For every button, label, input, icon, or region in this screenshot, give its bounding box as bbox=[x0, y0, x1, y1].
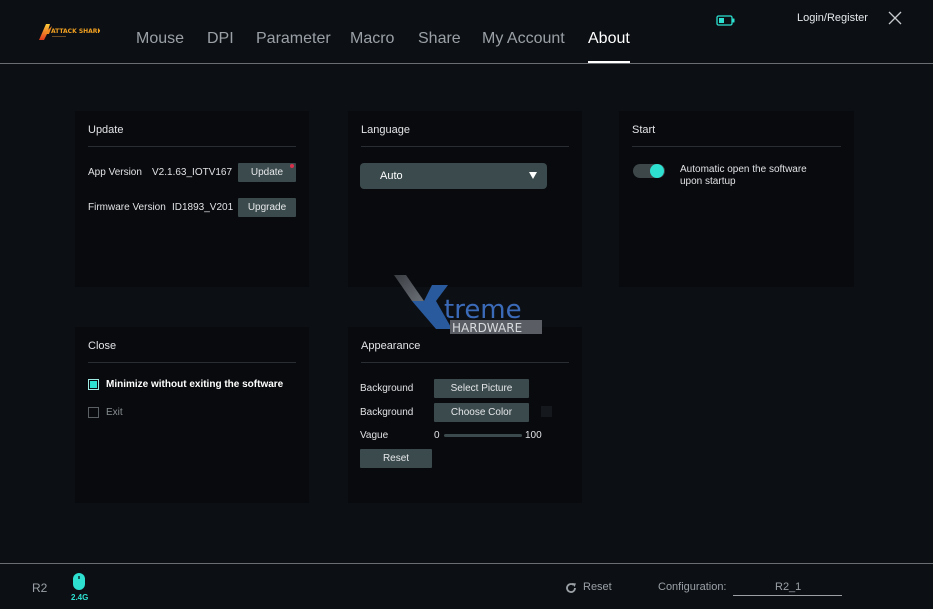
vague-label: Vague bbox=[360, 430, 389, 441]
app-version-label: App Version bbox=[88, 167, 142, 178]
configuration-underline bbox=[733, 595, 842, 596]
app-version-value: V2.1.63_IOTV167 bbox=[152, 167, 233, 178]
configuration-value[interactable]: R2_1 bbox=[775, 581, 801, 593]
mouse-icon bbox=[72, 572, 86, 591]
tab-dpi[interactable]: DPI bbox=[207, 30, 234, 48]
tab-my-account[interactable]: My Account bbox=[482, 30, 565, 48]
refresh-icon bbox=[566, 583, 576, 593]
tab-share[interactable]: Share bbox=[418, 30, 461, 48]
select-picture-button[interactable]: Select Picture bbox=[434, 379, 529, 398]
connection-type: 2.4G bbox=[71, 593, 89, 602]
update-title: Update bbox=[88, 124, 124, 136]
close-card: Close Minimize without exiting the softw… bbox=[75, 327, 309, 503]
language-card: Language Auto bbox=[348, 111, 582, 287]
tab-about[interactable]: About bbox=[588, 30, 630, 48]
configuration-label: Configuration: bbox=[658, 581, 727, 593]
language-select[interactable]: Auto bbox=[360, 163, 547, 189]
update-card: Update App Version V2.1.63_IOTV167 Updat… bbox=[75, 111, 309, 287]
login-register-link[interactable]: Login/Register bbox=[797, 12, 868, 24]
language-selected-value: Auto bbox=[380, 170, 403, 182]
card-divider bbox=[361, 146, 569, 147]
background-color-label: Background bbox=[360, 407, 414, 418]
watermark-line2: HARDWARE bbox=[452, 321, 522, 335]
card-divider bbox=[632, 146, 841, 147]
vague-max: 100 bbox=[525, 430, 542, 441]
start-card: Start Automatic open the software upon s… bbox=[619, 111, 854, 287]
exit-label: Exit bbox=[106, 407, 123, 418]
appearance-reset-button[interactable]: Reset bbox=[360, 449, 432, 468]
chevron-down-icon bbox=[529, 172, 537, 179]
update-notification-dot bbox=[290, 164, 294, 168]
main-nav: Mouse DPI Parameter Macro Share My Accou… bbox=[0, 30, 933, 63]
background-picture-label: Background bbox=[360, 383, 414, 394]
footer-reset-button[interactable]: Reset bbox=[565, 581, 615, 597]
exit-checkbox[interactable] bbox=[88, 407, 99, 418]
footer-divider bbox=[0, 563, 933, 564]
firmware-version-label: Firmware Version bbox=[88, 202, 166, 213]
xtreme-hardware-watermark: treme HARDWARE bbox=[392, 273, 544, 335]
tab-mouse[interactable]: Mouse bbox=[136, 30, 184, 48]
minimize-checkbox[interactable] bbox=[88, 379, 99, 390]
appearance-card: Appearance Background Select Picture Bac… bbox=[348, 327, 582, 503]
start-title: Start bbox=[632, 124, 656, 136]
upgrade-button[interactable]: Upgrade bbox=[238, 198, 296, 217]
tab-macro[interactable]: Macro bbox=[350, 30, 394, 48]
update-button[interactable]: Update bbox=[238, 163, 296, 182]
close-title: Close bbox=[88, 340, 117, 352]
firmware-version-value: ID1893_V201 bbox=[172, 202, 234, 213]
auto-open-label-line1: Automatic open the software bbox=[680, 164, 807, 175]
vague-min: 0 bbox=[434, 430, 440, 441]
toggle-knob bbox=[650, 164, 664, 178]
auto-open-label-line2: upon startup bbox=[680, 176, 736, 187]
footer-reset-label: Reset bbox=[583, 581, 612, 593]
color-swatch[interactable] bbox=[541, 406, 552, 417]
close-icon[interactable] bbox=[887, 10, 903, 26]
language-title: Language bbox=[361, 124, 410, 136]
choose-color-button[interactable]: Choose Color bbox=[434, 403, 529, 422]
minimize-label: Minimize without exiting the software bbox=[106, 379, 284, 390]
device-name: R2 bbox=[32, 581, 48, 595]
appearance-title: Appearance bbox=[361, 340, 421, 352]
vague-slider[interactable] bbox=[444, 434, 522, 437]
auto-open-toggle[interactable] bbox=[633, 164, 665, 178]
tab-parameter[interactable]: Parameter bbox=[256, 30, 331, 48]
card-divider bbox=[88, 362, 296, 363]
card-divider bbox=[361, 362, 569, 363]
card-divider bbox=[88, 146, 296, 147]
battery-icon bbox=[716, 13, 736, 31]
header-divider bbox=[0, 63, 933, 64]
